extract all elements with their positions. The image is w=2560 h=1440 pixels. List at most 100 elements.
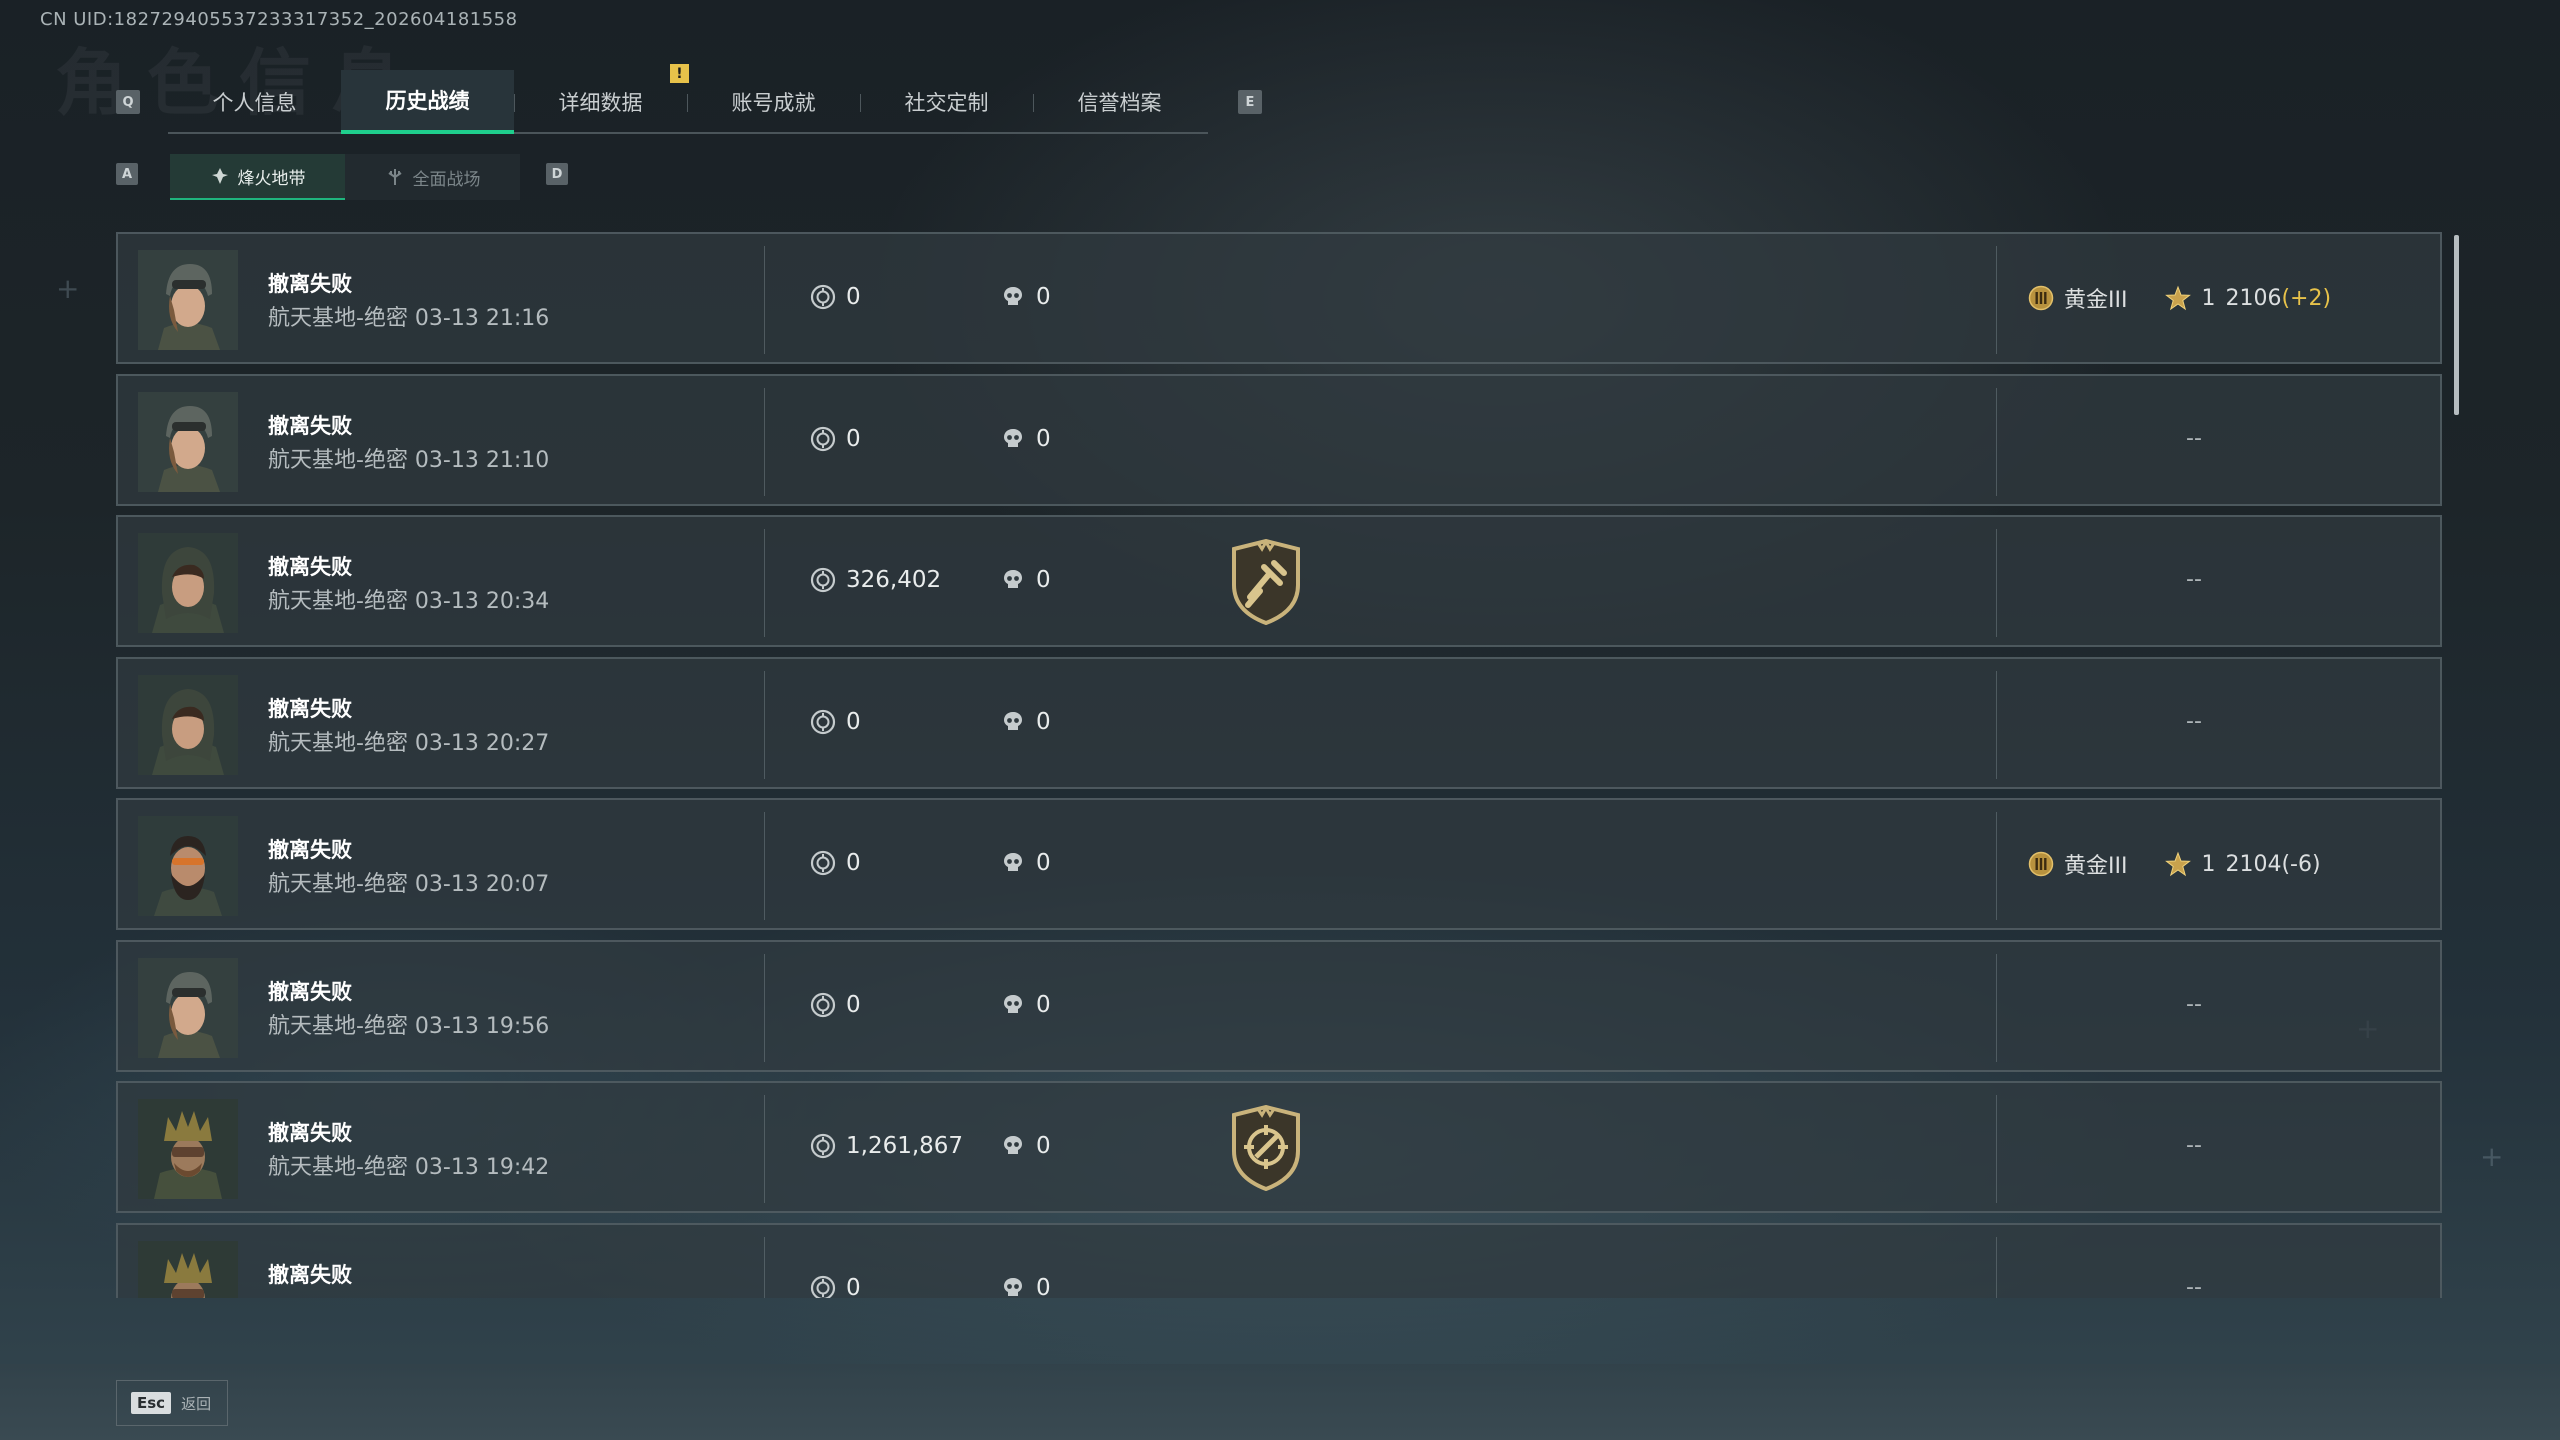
tab-credit-record[interactable]: 信誉档案 (1033, 70, 1206, 134)
key-hint-a[interactable]: A (116, 163, 138, 185)
operator-avatar (138, 392, 238, 492)
match-row[interactable]: 撤离失败 航天基地-绝密 03-13 19:56 0 0 -- (116, 940, 2442, 1072)
match-info: 航天基地-绝密 03-13 21:16 (268, 306, 550, 331)
skull-icon (1004, 570, 1022, 588)
rank-change: 黄金III 1 2106(+2) (2028, 282, 2331, 314)
match-status: 撤离失败 (268, 555, 352, 579)
match-status: 撤离失败 (268, 838, 352, 862)
operator-avatar (138, 958, 238, 1058)
tab-match-history[interactable]: 历史战绩 (341, 70, 514, 134)
gold-rank-icon (2028, 851, 2054, 877)
notification-badge: ! (670, 64, 689, 83)
coin-icon (810, 284, 836, 310)
coin-icon (810, 567, 836, 593)
money-value: 0 (846, 992, 861, 1018)
money-stat: 0 (810, 284, 861, 310)
tab-social[interactable]: 社交定制 (860, 70, 1033, 134)
kills-stat: 0 (1000, 1133, 1051, 1159)
divider (1996, 529, 1997, 637)
match-row[interactable]: 撤离失败 0 0 -- (116, 1223, 2442, 1298)
fire-zone-icon (211, 168, 228, 184)
money-value: 0 (846, 426, 861, 452)
kills-stat: 0 (1000, 850, 1051, 876)
divider (764, 1237, 765, 1298)
kills-value: 0 (1036, 426, 1051, 452)
match-row[interactable]: 撤离失败 航天基地-绝密 03-13 20:27 0 0 -- (116, 657, 2442, 789)
rank-score: 2104(-6) (2225, 851, 2321, 877)
skull-icon (1004, 1136, 1022, 1154)
rank-stars: 1 (2201, 851, 2216, 877)
match-status: 撤离失败 (268, 1121, 352, 1145)
kills-value: 0 (1036, 1275, 1051, 1298)
divider (764, 246, 765, 354)
skull-icon (1004, 995, 1022, 1013)
divider (764, 812, 765, 920)
money-value: 0 (846, 1275, 861, 1298)
coin-icon (810, 850, 836, 876)
kills-stat: 0 (1000, 567, 1051, 593)
money-value: 0 (846, 284, 861, 310)
match-row[interactable]: 撤离失败 航天基地-绝密 03-13 21:16 0 0 黄金III 1 2106(… (116, 232, 2442, 364)
list-scrollbar[interactable] (2454, 235, 2459, 415)
money-stat: 0 (810, 850, 861, 876)
divider (1996, 1237, 1997, 1298)
match-history-list: 撤离失败 航天基地-绝密 03-13 21:16 0 0 黄金III 1 2106(… (116, 232, 2442, 1298)
divider (1996, 671, 1997, 779)
operator-avatar (138, 250, 238, 350)
kills-value: 0 (1036, 992, 1051, 1018)
esc-key-hint: Esc (131, 1392, 172, 1414)
rank-empty: -- (2186, 1275, 2202, 1298)
hammer-badge-icon (1226, 539, 1306, 625)
subtab-label: 全面战场 (412, 169, 481, 190)
deco-cross-icon: + (56, 272, 80, 305)
coin-icon (810, 709, 836, 735)
money-stat: 0 (810, 709, 861, 735)
coin-icon (810, 1275, 836, 1298)
subtab-fire-zone[interactable]: 烽火地带 (170, 154, 345, 200)
kills-stat: 0 (1000, 992, 1051, 1018)
match-row[interactable]: 撤离失败 航天基地-绝密 03-13 19:42 1,261,867 0 -- (116, 1081, 2442, 1213)
divider (764, 954, 765, 1062)
match-row[interactable]: 撤离失败 航天基地-绝密 03-13 20:34 326,402 0 -- (116, 515, 2442, 647)
money-stat: 0 (810, 992, 861, 1018)
money-stat: 326,402 (810, 567, 941, 593)
divider (1996, 1095, 1997, 1203)
rank-tier: 黄金III (2064, 854, 2128, 879)
operator-avatar (138, 1241, 238, 1298)
rank-stars: 1 (2201, 285, 2216, 311)
key-hint-d[interactable]: D (546, 163, 568, 185)
match-status: 撤离失败 (268, 414, 352, 438)
back-button[interactable]: Esc 返回 (116, 1380, 228, 1426)
subtab-label: 烽火地带 (237, 168, 306, 189)
skull-icon (1004, 712, 1022, 730)
tab-detailed-data[interactable]: 详细数据 (514, 70, 687, 134)
bottom-bar (0, 1364, 2560, 1440)
kills-value: 0 (1036, 709, 1051, 735)
match-row[interactable]: 撤离失败 航天基地-绝密 03-13 21:10 0 0 -- (116, 374, 2442, 506)
tab-achievements[interactable]: 账号成就 (687, 70, 860, 134)
skull-icon (1004, 853, 1022, 871)
money-value: 1,261,867 (846, 1133, 964, 1159)
money-value: 0 (846, 709, 861, 735)
key-hint-e[interactable]: E (1238, 90, 1262, 114)
kills-value: 0 (1036, 567, 1051, 593)
tab-personal-info[interactable]: 个人信息 (168, 70, 341, 134)
key-hint-q[interactable]: Q (116, 90, 140, 114)
subtab-battlefield[interactable]: 全面战场 (345, 154, 520, 200)
kills-value: 0 (1036, 850, 1051, 876)
rank-empty: -- (2186, 992, 2202, 1017)
rank-empty: -- (2186, 426, 2202, 451)
match-info: 航天基地-绝密 03-13 19:56 (268, 1014, 550, 1039)
match-info: 航天基地-绝密 03-13 20:27 (268, 731, 550, 756)
money-value: 0 (846, 850, 861, 876)
money-value: 326,402 (846, 567, 942, 593)
battlefield-icon (387, 169, 402, 185)
rank-empty: -- (2186, 1133, 2202, 1158)
match-row[interactable]: 撤离失败 航天基地-绝密 03-13 20:07 0 0 黄金III 1 2104(… (116, 798, 2442, 930)
kills-stat: 0 (1000, 284, 1051, 310)
divider (1996, 246, 1997, 354)
match-info: 航天基地-绝密 03-13 20:07 (268, 872, 550, 897)
skull-icon (1004, 287, 1022, 305)
skull-icon (1004, 429, 1022, 447)
kills-stat: 0 (1000, 426, 1051, 452)
